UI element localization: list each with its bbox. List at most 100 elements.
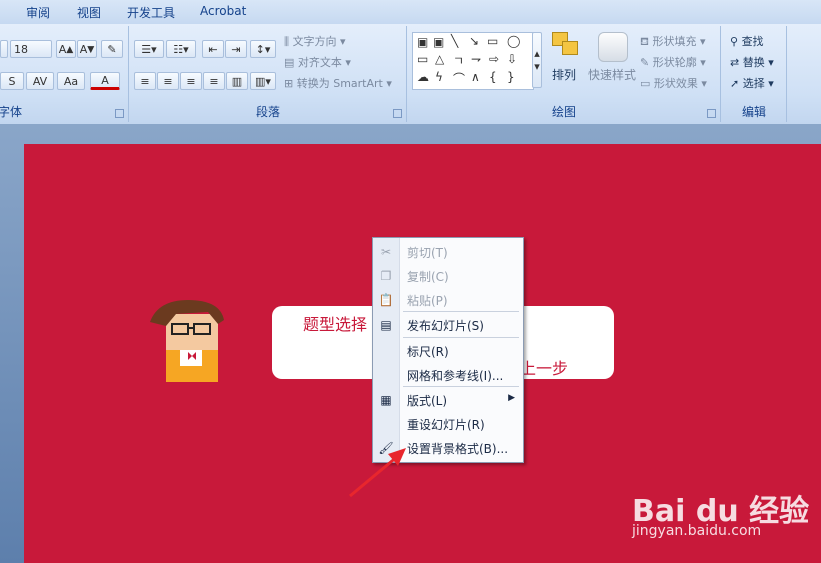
rectangle-shape-icon[interactable]: ▭ xyxy=(487,34,498,48)
left-brace-icon[interactable]: { xyxy=(489,70,497,84)
shape-outline-label: 形状轮廓 xyxy=(652,56,697,69)
paint-bucket-icon: ⛾ xyxy=(640,35,653,48)
find-button[interactable]: ⚲ 查找 xyxy=(730,33,764,49)
replace-icon: ⇄ xyxy=(730,56,743,69)
change-case-button[interactable]: Aa xyxy=(57,72,85,90)
increase-indent-icon[interactable]: ⇥ xyxy=(225,40,247,58)
tab-view[interactable]: 视图 xyxy=(77,4,101,21)
clear-format-icon[interactable]: ✎ xyxy=(101,40,123,58)
editing-group-label: 编辑 xyxy=(741,105,766,119)
font-group-label: 字体 xyxy=(0,105,23,119)
curve-shape-icon[interactable]: ∧ xyxy=(471,70,480,84)
select-button[interactable]: ➚ 选择 ▾ xyxy=(730,75,774,91)
tab-developer[interactable]: 开发工具 xyxy=(127,4,175,21)
decrease-indent-icon[interactable]: ⇤ xyxy=(202,40,224,58)
context-menu-item-label: 粘贴(P) xyxy=(407,294,448,308)
change-case-label: Aa xyxy=(63,74,79,88)
context-menu-item-label: 发布幻灯片(S) xyxy=(407,319,484,333)
drawing-group-label: 绘图 xyxy=(551,105,576,119)
context-menu-item[interactable]: ▦ 版式(L) ▶ xyxy=(373,389,523,411)
shrink-font-icon[interactable]: A ▼ xyxy=(77,40,97,58)
shape-outline-button[interactable]: ✎ 形状轮廓 ▾ xyxy=(640,54,706,70)
arrange-icon xyxy=(552,32,580,58)
justify-icon[interactable]: ≡ xyxy=(203,72,225,90)
text-direction-label: 文字方向 xyxy=(292,35,337,48)
find-label: 查找 xyxy=(741,35,764,48)
elbow-connector-icon[interactable]: ㄱ xyxy=(453,52,464,69)
text-direction-button[interactable]: ⫼ 文字方向 ▾ xyxy=(284,33,346,49)
shape-effects-label: 形状效果 xyxy=(653,77,698,90)
ribbon-tab-bar: 审阅 视图 开发工具 Acrobat xyxy=(0,0,821,24)
oval-shape-icon[interactable]: ◯ xyxy=(507,34,520,48)
ribbon: 18 A ▲ A ▼ ✎ S AV Aa A 字体 ☰▾ ☷▾ ⇤ ⇥ ↕▾ ⫼ 文… xyxy=(0,24,821,125)
freeform-shape-icon[interactable]: ☁ xyxy=(417,70,429,84)
layout-icon: ▦ xyxy=(380,393,392,407)
copy-icon: ❐ xyxy=(380,269,392,283)
strike-button[interactable]: S xyxy=(0,72,24,90)
context-menu-item[interactable]: 📋 粘贴(P) xyxy=(373,289,523,311)
font-color-button[interactable]: A xyxy=(90,72,120,90)
banner-prev-step[interactable]: 上一步 xyxy=(520,355,568,379)
annotation-arrow xyxy=(349,448,406,498)
context-menu-item-label: 设置背景格式(B)... xyxy=(407,442,509,456)
arrange-button[interactable]: 排列 xyxy=(552,66,576,83)
line-spacing-icon[interactable]: ↕▾ xyxy=(250,40,276,58)
replace-button[interactable]: ⇄ 替换 ▾ xyxy=(730,54,774,70)
context-menu-item[interactable]: ▤ 发布幻灯片(S) xyxy=(373,314,523,336)
down-arrow-shape-icon[interactable]: ⇩ xyxy=(507,52,517,66)
paragraph-group-label: 段落 xyxy=(255,105,280,119)
numbering-icon[interactable]: ☷▾ xyxy=(166,40,196,58)
lightning-shape-icon[interactable]: ϟ xyxy=(435,70,443,84)
font-dialog-launcher-icon[interactable] xyxy=(115,109,124,118)
line-shape-icon[interactable]: ╲ xyxy=(451,34,458,48)
context-menu-item[interactable]: ✂ 剪切(T) xyxy=(373,241,523,263)
align-right-icon[interactable]: ≡ xyxy=(180,72,202,90)
align-left-icon[interactable]: ≡ xyxy=(134,72,156,90)
shape-effects-button[interactable]: ▭ 形状效果 ▾ xyxy=(640,75,707,91)
text-direction-icon: ⫼ xyxy=(284,35,293,48)
textbox-shape-icon[interactable]: ▣ xyxy=(417,35,428,49)
arrow-shape-icon[interactable]: ↘ xyxy=(469,34,479,48)
vertical-textbox-shape-icon[interactable]: ▣ xyxy=(433,35,444,49)
paragraph-dialog-launcher-icon[interactable] xyxy=(393,109,402,118)
scissors-icon: ✂ xyxy=(380,245,392,259)
smartart-icon: ⊞ xyxy=(284,77,297,90)
baidu-watermark-url: jingyan.baidu.com xyxy=(632,523,762,539)
arc-shape-icon[interactable]: ⌒ xyxy=(453,70,465,87)
menu-separator xyxy=(403,311,519,312)
grow-font-icon[interactable]: A ▲ xyxy=(56,40,76,58)
context-menu-item[interactable]: ❐ 复制(C) xyxy=(373,265,523,287)
editing-group: ⚲ 查找 ⇄ 替换 ▾ ➚ 选择 ▾ 编辑 xyxy=(722,26,787,122)
columns-icon[interactable]: ▥▾ xyxy=(250,72,276,90)
right-arrow-shape-icon[interactable]: ⇨ xyxy=(489,52,499,66)
convert-smartart-button[interactable]: ⊞ 转换为 SmartArt ▾ xyxy=(284,75,392,91)
triangle-shape-icon[interactable]: △ xyxy=(435,52,444,66)
quick-styles-button[interactable]: 快速样式 xyxy=(588,66,636,83)
align-center-icon[interactable]: ≡ xyxy=(157,72,179,90)
strike-label: S xyxy=(8,74,16,88)
font-group: 18 A ▲ A ▼ ✎ S AV Aa A 字体 xyxy=(0,26,129,122)
char-spacing-button[interactable]: AV xyxy=(26,72,54,90)
context-menu-item[interactable]: 重设幻灯片(R) xyxy=(373,413,523,435)
shape-fill-button[interactable]: ⛾ 形状填充 ▾ xyxy=(640,33,706,50)
menu-separator xyxy=(403,386,519,387)
align-text-button[interactable]: ▤ 对齐文本 ▾ xyxy=(284,54,351,70)
rounded-rect-shape-icon[interactable]: ▭ xyxy=(417,52,428,66)
right-brace-icon[interactable]: } xyxy=(507,70,515,84)
context-menu: ✂ 剪切(T) ❐ 复制(C) 📋 粘贴(P) ▤ 发布幻灯片(S) 标尺(R) 网格和参考线(I… xyxy=(372,237,524,463)
tab-review[interactable]: 审阅 xyxy=(26,4,50,21)
font-size-box[interactable]: 18 xyxy=(10,40,52,58)
drawing-dialog-launcher-icon[interactable] xyxy=(707,109,716,118)
shapes-gallery[interactable]: ▣ ▣ ╲ ↘ ▭ ◯ ▭ △ ㄱ ⇁ ⇨ ⇩ ☁ ϟ ⌒ ∧ { } xyxy=(412,32,534,90)
paste-icon: 📋 xyxy=(378,293,394,307)
font-name-box[interactable] xyxy=(0,40,8,58)
pencil-icon: ✎ xyxy=(640,56,653,69)
tab-acrobat[interactable]: Acrobat xyxy=(200,4,246,18)
distributed-icon[interactable]: ▥ xyxy=(226,72,248,90)
shapes-scroll[interactable]: ▴ ▾ xyxy=(532,32,542,88)
context-menu-item[interactable]: 标尺(R) xyxy=(373,340,523,362)
context-menu-item[interactable]: 网格和参考线(I)... xyxy=(373,364,523,386)
elbow-arrow-icon[interactable]: ⇁ xyxy=(471,52,481,66)
shape-fill-label: 形状填充 xyxy=(652,35,697,48)
bullets-icon[interactable]: ☰▾ xyxy=(134,40,164,58)
